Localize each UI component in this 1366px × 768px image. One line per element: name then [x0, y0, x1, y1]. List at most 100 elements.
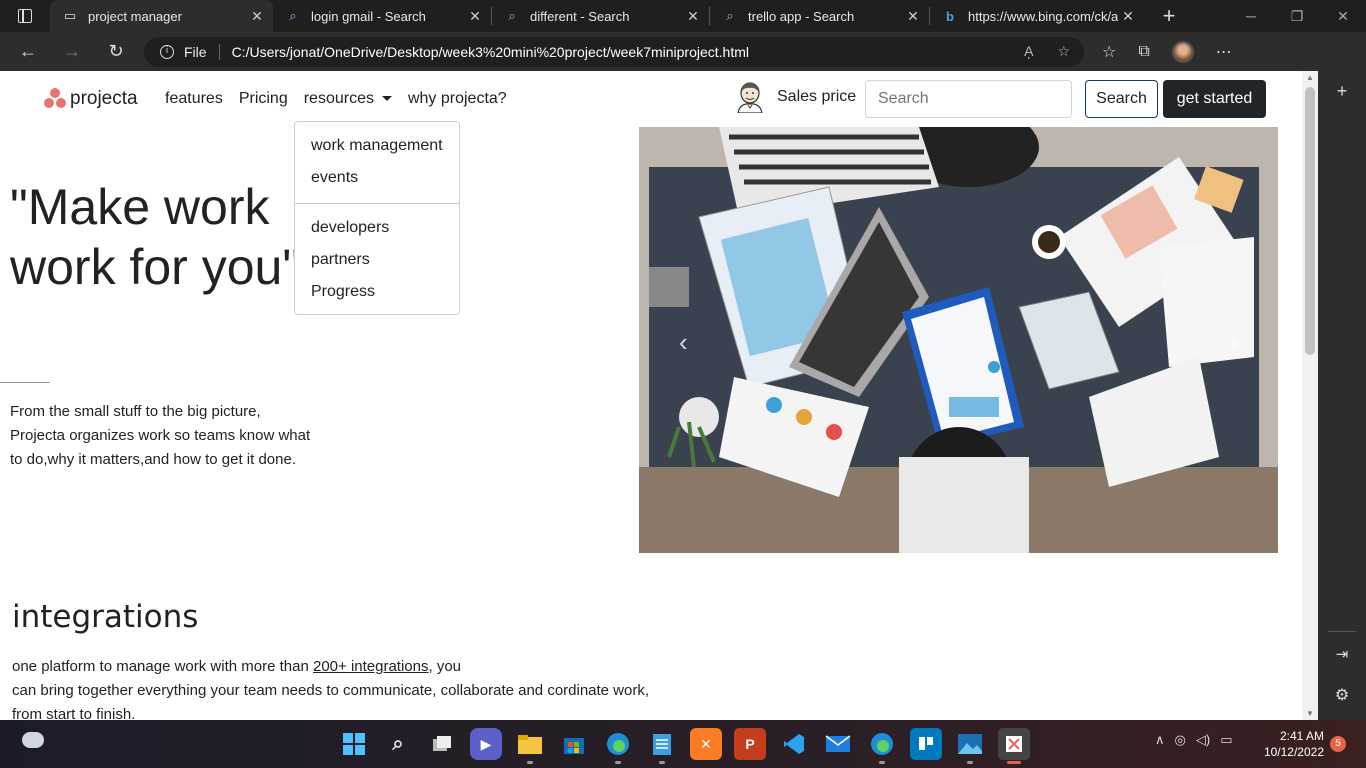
dropdown-divider — [295, 203, 459, 204]
search-icon[interactable]: ⌕ — [382, 728, 414, 760]
forward-arrow-icon[interactable]: → — [50, 41, 94, 62]
tab-bing[interactable]: b https://www.bing.com/ck/a?! ✕ — [930, 0, 1144, 32]
notepad-icon[interactable] — [646, 728, 678, 764]
speaker-icon[interactable]: ◁) — [1196, 732, 1210, 748]
xampp-icon[interactable]: ✕ — [690, 728, 722, 760]
tab-bar: ▭ project manager ✕ ⌕ login gmail - Sear… — [0, 0, 1366, 32]
dropdown-item-work-management[interactable]: work management — [295, 130, 459, 162]
tab-trello-app[interactable]: ⌕ trello app - Search ✕ — [710, 0, 929, 32]
tab-login-gmail[interactable]: ⌕ login gmail - Search ✕ — [273, 0, 491, 32]
photos-icon[interactable] — [954, 728, 986, 764]
tab-actions-button[interactable] — [0, 0, 50, 32]
search-icon: ⌕ — [289, 8, 297, 23]
microsoft-store-icon[interactable] — [558, 728, 590, 760]
scrollbar-thumb[interactable] — [1305, 87, 1315, 355]
close-icon[interactable]: ✕ — [247, 8, 267, 25]
carousel-prev-icon[interactable]: ‹ — [679, 327, 688, 358]
search-icon: ⌕ — [508, 8, 516, 23]
nav-why-projecta[interactable]: why projecta? — [408, 90, 507, 108]
new-tab-button[interactable]: + — [1152, 3, 1186, 29]
page-icon: ▭ — [63, 8, 77, 23]
add-sidebar-icon[interactable]: + — [1318, 81, 1366, 102]
tab-title: project manager — [88, 8, 182, 24]
search-icon: ⌕ — [726, 8, 734, 23]
taskbar-apps: ⌕ ▶ ✕ P — [338, 728, 1030, 764]
address-bar: ← → ↻ i File C:/Users/jonat/OneDrive/Des… — [0, 32, 1366, 71]
tab-title: https://www.bing.com/ck/a?! — [968, 8, 1118, 24]
web-page: projecta features Pricing resources why … — [0, 71, 1302, 720]
collections-icon[interactable]: ⧉ — [1138, 43, 1149, 61]
scroll-down-icon[interactable]: ▼ — [1306, 709, 1314, 718]
trello-icon[interactable] — [910, 728, 942, 760]
weather-icon[interactable] — [22, 732, 44, 748]
url-box[interactable]: i File C:/Users/jonat/OneDrive/Desktop/w… — [144, 36, 1084, 67]
powerpoint-icon[interactable]: P — [734, 728, 766, 760]
hero-headline: "Make work work for you" — [10, 177, 300, 297]
close-icon[interactable]: ✕ — [683, 8, 703, 25]
close-icon[interactable]: ✕ — [1118, 8, 1138, 25]
tab-title: login gmail - Search — [311, 8, 426, 24]
dropdown-item-progress[interactable]: Progress — [295, 276, 459, 308]
integrations-description: one platform to manage work with more th… — [12, 655, 712, 720]
tab-project-manager[interactable]: ▭ project manager ✕ — [50, 0, 273, 32]
vscode-icon[interactable] — [778, 728, 810, 760]
chevron-up-icon[interactable]: ∧ — [1155, 732, 1165, 748]
page-scrollbar[interactable]: ▲ ▼ — [1302, 71, 1318, 720]
nav-features[interactable]: features — [165, 90, 223, 108]
site-navbar: projecta features Pricing resources why … — [0, 71, 1302, 127]
lede-line: From the small stuff to the big picture, — [10, 403, 261, 420]
notification-badge[interactable]: 5 — [1330, 736, 1346, 752]
butler-avatar-icon — [737, 82, 763, 113]
globe-icon[interactable]: ◎ — [1175, 732, 1186, 748]
minimize-icon[interactable]: ─ — [1228, 8, 1274, 25]
headline-line-2: work for you" — [10, 239, 301, 295]
mail-icon[interactable] — [822, 728, 854, 760]
url-text[interactable]: C:/Users/jonat/OneDrive/Desktop/week3%20… — [232, 44, 749, 60]
edge-sidebar: + ⇥ ⚙ — [1318, 71, 1366, 720]
read-aloud-icon[interactable]: A᷊ — [1024, 43, 1033, 60]
scroll-up-icon[interactable]: ▲ — [1306, 73, 1314, 82]
restore-icon[interactable]: ❐ — [1274, 8, 1320, 25]
dropdown-item-partners[interactable]: partners — [295, 244, 459, 276]
sidebar-divider — [1328, 631, 1356, 632]
dropdown-item-developers[interactable]: developers — [295, 212, 459, 244]
snipping-tool-icon[interactable] — [998, 728, 1030, 764]
clock[interactable]: 2:41 AM 10/12/2022 — [1262, 728, 1324, 760]
carousel-next-icon[interactable]: › — [1229, 327, 1238, 358]
teams-chat-icon[interactable]: ▶ — [470, 728, 502, 760]
search-button[interactable]: Search — [1085, 80, 1158, 118]
edge-browser-icon-2[interactable] — [866, 728, 898, 764]
sales-price-link[interactable]: Sales price — [735, 81, 856, 113]
get-started-button[interactable]: get started — [1163, 80, 1266, 118]
file-explorer-icon[interactable] — [514, 728, 546, 764]
profile-avatar[interactable] — [1171, 40, 1194, 63]
favorites-icon[interactable]: ☆ — [1102, 42, 1116, 62]
hide-sidebar-icon[interactable]: ⇥ — [1318, 645, 1366, 663]
battery-icon[interactable]: ▭ — [1220, 732, 1232, 748]
close-icon[interactable]: ✕ — [465, 8, 485, 25]
caret-down-icon — [381, 96, 392, 102]
brand-logo[interactable]: projecta — [42, 88, 138, 110]
integrations-text: can bring together everything your team … — [12, 682, 650, 699]
refresh-icon[interactable]: ↻ — [94, 41, 138, 62]
close-window-icon[interactable]: ✕ — [1320, 8, 1366, 25]
back-arrow-icon[interactable]: ← — [6, 41, 50, 62]
clock-time: 2:41 AM — [1279, 729, 1324, 743]
add-favorite-icon[interactable]: ☆ — [1057, 43, 1070, 60]
settings-gear-icon[interactable]: ⚙ — [1318, 685, 1366, 705]
dropdown-item-events[interactable]: events — [295, 162, 459, 194]
tab-different[interactable]: ⌕ different - Search ✕ — [492, 0, 709, 32]
nav-pricing[interactable]: Pricing — [239, 90, 288, 108]
info-icon[interactable]: i — [160, 44, 174, 59]
nav-resources-toggle[interactable]: resources — [304, 90, 392, 108]
start-windows-icon[interactable] — [338, 728, 370, 760]
brand-name: projecta — [70, 88, 138, 109]
more-menu-icon[interactable]: ⋯ — [1216, 42, 1232, 62]
close-icon[interactable]: ✕ — [903, 8, 923, 25]
search-input[interactable] — [865, 80, 1072, 118]
bing-icon: b — [946, 8, 954, 24]
edge-browser-icon[interactable] — [602, 728, 634, 764]
task-view-icon[interactable] — [426, 728, 458, 760]
integrations-link[interactable]: 200+ integrations — [313, 658, 429, 675]
tab-actions-icon — [18, 9, 32, 23]
